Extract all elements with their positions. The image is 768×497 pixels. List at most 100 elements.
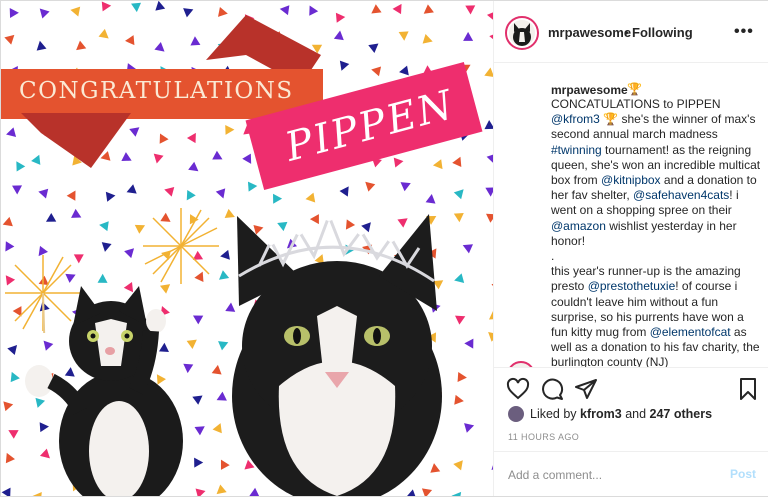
confetti-triangle [432,159,443,170]
confetti-triangle [98,28,109,39]
likes-prefix: Liked by [530,407,581,421]
heart-icon[interactable] [506,377,530,401]
confetti-triangle [38,188,49,199]
confetti-triangle [485,187,493,197]
caption-link[interactable]: @prestothetuxie [588,279,676,293]
confetti-triangle [212,150,223,160]
confetti-triangle [153,153,164,164]
more-horizontal-icon[interactable]: ••• [734,23,754,41]
confetti-triangle [462,244,473,254]
confetti-triangle [484,67,493,78]
confetti-triangle [188,161,199,172]
caption-link[interactable]: @kfrom3 [551,112,600,126]
liker-avatar[interactable] [508,406,524,422]
caption-segment: CONCATULATIONS to PIPPEN [551,97,721,111]
post-modal: CONGRATULATIONS PIPPEN mrpawesome • Foll… [0,0,768,497]
confetti-triangle [129,127,140,137]
confetti-triangle [242,153,252,164]
likes-others-count[interactable]: 247 others [650,407,713,421]
post-image[interactable]: CONGRATULATIONS PIPPEN [1,1,493,496]
post-comment-button[interactable]: Post [730,467,756,481]
confetti-triangle [5,452,15,464]
liker-username[interactable]: kfrom3 [580,407,622,421]
confetti-triangle [12,185,23,195]
likes-summary[interactable]: Liked by kfrom3 and 247 others [530,407,712,421]
confetti-triangle [45,212,57,222]
confetti-triangle [464,423,475,433]
confetti-triangle [225,124,235,135]
confetti-triangle [105,191,116,202]
cat-pippen-illustration [232,211,442,496]
confetti-triangle [398,31,409,41]
confetti-triangle [101,1,112,12]
comment-bar: Post [494,451,768,496]
confetti-triangle [9,8,19,19]
confetti-triangle [194,426,205,436]
likes-row: Liked by kfrom3 and 247 others [494,405,768,425]
confetti-triangle [339,186,349,197]
bookmark-icon[interactable] [737,377,759,401]
confetti-triangle [393,157,404,168]
caption-link[interactable]: #twinning [551,143,602,157]
confetti-triangle [39,8,50,19]
confetti-triangle [76,40,87,51]
confetti-triangle [36,40,47,51]
confetti-triangle [71,208,82,218]
post-timestamp[interactable]: 11 HOURS AGO [508,432,579,442]
confetti-triangle [422,34,433,44]
cat-avatar-icon [509,20,535,46]
confetti-triangle [333,30,344,41]
confetti-triangle [194,457,204,468]
author-username[interactable]: mrpawesome [548,25,631,40]
caption-link[interactable]: @elementofcat [650,325,731,339]
confetti-triangle [159,133,169,144]
confetti-triangle [452,156,462,167]
post-header: mrpawesome • Following ••• [494,1,768,63]
confetti-triangle [192,395,203,405]
confetti-triangle [66,190,76,201]
caption-link[interactable]: @safehaven4cats [633,188,729,202]
banner-congratulations-text: CONGRATULATIONS [19,78,294,104]
confetti-triangle [3,401,14,412]
comment-icon[interactable] [540,377,564,401]
confetti-triangle [486,213,493,223]
confetti-triangle [186,132,196,144]
confetti-triangle [365,181,376,192]
confetti-triangle [484,120,493,130]
share-icon[interactable] [574,377,598,401]
following-button[interactable]: Following [632,25,693,40]
confetti-triangle [309,5,319,16]
confetti-triangle [4,34,15,45]
confetti-triangle [371,4,382,14]
confetti-triangle [279,5,290,16]
author-avatar[interactable] [505,16,539,50]
confetti-triangle [10,371,20,383]
confetti-triangle [339,60,350,71]
caption-link[interactable]: @kitnipbox [601,173,661,187]
caption-link[interactable]: @amazon [551,219,606,233]
confetti-triangle [164,187,175,197]
confetti-triangle [195,488,206,496]
confetti-triangle [8,430,19,439]
ribbon-tail-decoration [21,113,131,168]
caption-text: CONCATULATIONS to PIPPEN @kfrom3 🏆 she's… [551,97,763,367]
confetti-triangle [247,181,258,192]
likes-middle: and [621,407,650,421]
confetti-triangle [124,248,135,259]
confetti-triangle [392,3,402,15]
confetti-triangle [192,315,204,325]
confetti-triangle [465,5,476,15]
confetti-triangle [423,4,434,14]
caption-username[interactable]: mrpawesome [551,83,628,97]
sparkler-right-icon [143,208,219,284]
confetti-triangle [2,216,13,227]
cat-presto-illustration [25,286,183,496]
post-sidebar: mrpawesome • Following ••• mrpawesome 🏆 … [493,1,768,496]
caption-scroll-area[interactable]: mrpawesome 🏆 CONCATULATIONS to PIPPEN @k… [494,63,768,367]
confetti-triangle [183,8,194,18]
comment-input[interactable] [508,466,708,484]
confetti-triangle [464,338,474,349]
header-separator: • [624,25,629,40]
confetti-triangle [463,31,474,41]
confetti-triangle [7,344,18,356]
